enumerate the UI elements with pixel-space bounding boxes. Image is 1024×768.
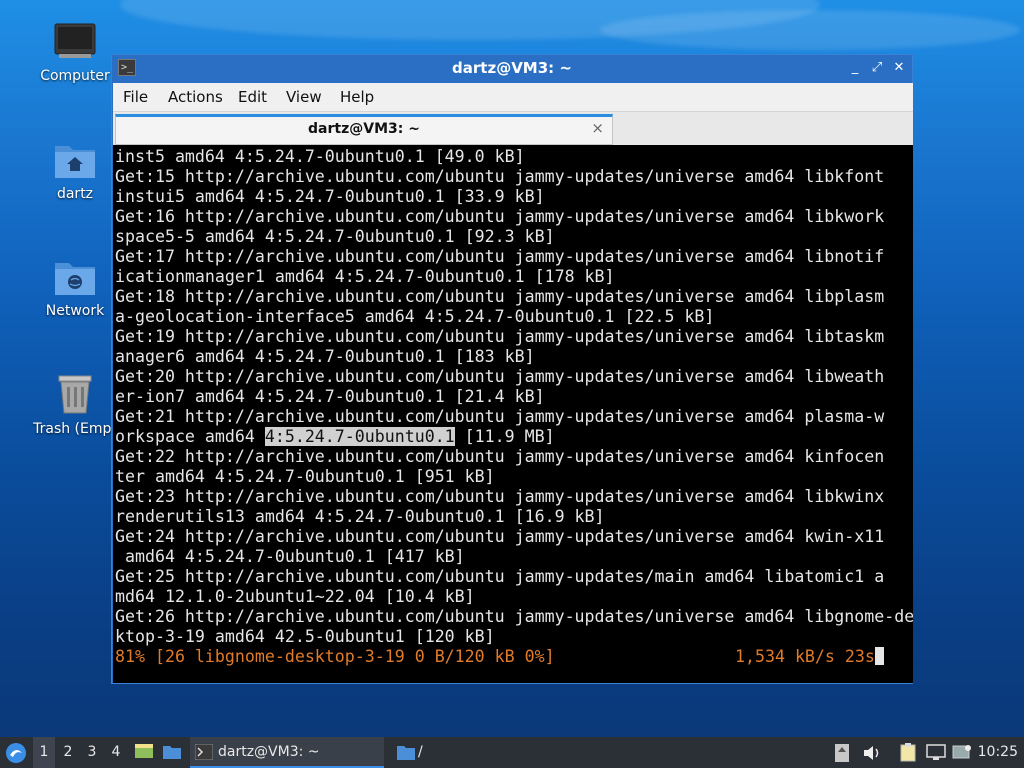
terminal-line: Get:23 http://archive.ubuntu.com/ubuntu … bbox=[115, 487, 885, 506]
menu-bar: File Actions Edit View Help bbox=[113, 83, 913, 111]
wallpaper-streak bbox=[600, 10, 1020, 50]
taskbar: 1 2 3 4 dartz@VM3: ~ / 10:25 bbox=[0, 737, 1024, 768]
terminal-line: inst5 amd64 4:5.24.7-0ubuntu0.1 [49.0 kB… bbox=[115, 147, 525, 166]
terminal-line: Get:21 http://archive.ubuntu.com/ubuntu … bbox=[115, 407, 885, 426]
terminal-line: icationmanager1 amd64 4:5.24.7-0ubuntu0.… bbox=[115, 267, 615, 286]
screen-icon bbox=[952, 745, 971, 759]
clock[interactable]: 10:25 bbox=[978, 737, 1018, 768]
terminal-line-selected: orkspace amd64 4:5.24.7-0ubuntu0.1 [11.9… bbox=[115, 427, 913, 447]
apt-progress-speed: 1,534 kB/s 23s bbox=[735, 647, 884, 667]
terminal-window: >_ dartz@VM3: ~ _ ⤢ ✕ File Actions Edit … bbox=[111, 54, 913, 684]
apt-progress-line: 81% [26 libgnome-desktop-3-19 0 B/120 kB… bbox=[115, 647, 913, 667]
desktop-icon-network[interactable]: Network bbox=[25, 257, 125, 319]
network-icon bbox=[926, 744, 946, 760]
speed-text: 1,534 kB/s 23s bbox=[735, 647, 875, 666]
tab-close-icon[interactable]: × bbox=[591, 119, 604, 137]
desktop-icon-home[interactable]: dartz bbox=[25, 140, 125, 202]
text-selection[interactable]: 4:5.24.7-0ubuntu0.1 bbox=[264, 427, 455, 446]
line-prefix: orkspace amd64 bbox=[115, 427, 265, 446]
trash-icon bbox=[58, 375, 92, 414]
network-tray[interactable] bbox=[926, 737, 948, 768]
terminal-line: Get:24 http://archive.ubuntu.com/ubuntu … bbox=[115, 527, 885, 546]
workspace-3[interactable]: 3 bbox=[81, 737, 103, 768]
window-titlebar[interactable]: >_ dartz@VM3: ~ _ ⤢ ✕ bbox=[112, 55, 912, 82]
show-desktop-button[interactable] bbox=[134, 737, 156, 768]
terminal-line: amd64 4:5.24.7-0ubuntu0.1 [417 kB] bbox=[115, 547, 465, 566]
folder-icon bbox=[397, 746, 415, 760]
close-button[interactable]: ✕ bbox=[890, 59, 908, 77]
start-menu-button[interactable] bbox=[4, 737, 30, 768]
terminal-line: space5-5 amd64 4:5.24.7-0ubuntu0.1 [92.3… bbox=[115, 227, 555, 246]
workspace-4[interactable]: 4 bbox=[105, 737, 127, 768]
volume-icon bbox=[864, 746, 879, 760]
lubuntu-logo-icon bbox=[6, 743, 26, 763]
maximize-button[interactable]: ⤢ bbox=[868, 59, 886, 77]
terminal-line: a-geolocation-interface5 amd64 4:5.24.7-… bbox=[115, 307, 715, 326]
volume-tray[interactable] bbox=[862, 737, 884, 768]
terminal-cursor bbox=[874, 647, 884, 665]
terminal-line: Get:16 http://archive.ubuntu.com/ubuntu … bbox=[115, 207, 885, 226]
computer-icon bbox=[54, 23, 96, 58]
desktop-icon-label: Computer bbox=[40, 68, 110, 84]
terminal-line: Get:26 http://archive.ubuntu.com/ubuntu … bbox=[115, 607, 913, 626]
file-manager-launcher[interactable] bbox=[162, 737, 184, 768]
desktop-icon-trash[interactable]: Trash (Empt bbox=[25, 373, 125, 437]
taskbar-folder-button[interactable]: / bbox=[394, 737, 434, 768]
tab-bar: dartz@VM3: ~ × bbox=[113, 111, 913, 145]
terminal-line: ktop-3-19 amd64 42.5-0ubuntu1 [120 kB] bbox=[115, 627, 495, 646]
terminal-line: ter amd64 4:5.24.7-0ubuntu0.1 [951 kB] bbox=[115, 467, 495, 486]
terminal-line: Get:22 http://archive.ubuntu.com/ubuntu … bbox=[115, 447, 885, 466]
desktop-icon-label: Network bbox=[45, 303, 105, 319]
terminal-line: anager6 amd64 4:5.24.7-0ubuntu0.1 [183 k… bbox=[115, 347, 535, 366]
menu-edit[interactable]: Edit bbox=[238, 88, 267, 106]
desktop-icon-computer[interactable]: Computer bbox=[25, 22, 125, 84]
terminal-icon bbox=[195, 744, 213, 760]
clipboard-tray[interactable] bbox=[898, 737, 920, 768]
terminal-line: Get:20 http://archive.ubuntu.com/ubuntu … bbox=[115, 367, 885, 386]
tab-label: dartz@VM3: ~ bbox=[308, 121, 420, 137]
menu-file[interactable]: File bbox=[123, 88, 148, 106]
workspace-1[interactable]: 1 bbox=[33, 737, 55, 768]
terminal-line: er-ion7 amd64 4:5.24.7-0ubuntu0.1 [21.4 … bbox=[115, 387, 545, 406]
menu-actions[interactable]: Actions bbox=[168, 88, 223, 106]
terminal-line: md64 12.1.0-2ubuntu1~22.04 [10.4 kB] bbox=[115, 587, 475, 606]
desktop-icon-label: Trash (Empt bbox=[33, 421, 117, 437]
tab-terminal[interactable]: dartz@VM3: ~ × bbox=[115, 114, 613, 145]
menu-help[interactable]: Help bbox=[340, 88, 374, 106]
update-notifier-icon bbox=[835, 744, 849, 762]
folder-icon bbox=[163, 746, 181, 759]
terminal-line: Get:19 http://archive.ubuntu.com/ubuntu … bbox=[115, 327, 885, 346]
terminal-line: Get:17 http://archive.ubuntu.com/ubuntu … bbox=[115, 247, 885, 266]
home-folder-icon bbox=[55, 146, 95, 178]
terminal-line: Get:18 http://archive.ubuntu.com/ubuntu … bbox=[115, 287, 885, 306]
desktop-icon-label: dartz bbox=[56, 186, 94, 202]
minimize-button[interactable]: _ bbox=[846, 59, 864, 77]
taskbar-terminal-button[interactable]: dartz@VM3: ~ bbox=[190, 737, 384, 768]
folder-task-label: / bbox=[418, 744, 423, 760]
window-title: dartz@VM3: ~ bbox=[452, 59, 572, 77]
clipboard-icon bbox=[900, 743, 916, 762]
terminal-line: renderutils13 amd64 4:5.24.7-0ubuntu0.1 … bbox=[115, 507, 605, 526]
terminal-output[interactable]: inst5 amd64 4:5.24.7-0ubuntu0.1 [49.0 kB… bbox=[113, 145, 913, 683]
notifications-tray[interactable] bbox=[952, 737, 974, 768]
terminal-line: Get:25 http://archive.ubuntu.com/ubuntu … bbox=[115, 567, 885, 586]
network-folder-icon bbox=[55, 263, 95, 295]
terminal-line: Get:15 http://archive.ubuntu.com/ubuntu … bbox=[115, 167, 885, 186]
workspace-2[interactable]: 2 bbox=[57, 737, 79, 768]
terminal-line: instui5 amd64 4:5.24.7-0ubuntu0.1 [33.9 … bbox=[115, 187, 545, 206]
line-suffix: [11.9 MB] bbox=[454, 427, 555, 446]
desktop-icon bbox=[135, 744, 153, 758]
updates-tray[interactable] bbox=[835, 737, 853, 768]
menu-view[interactable]: View bbox=[286, 88, 322, 106]
apt-progress-status: 81% [26 libgnome-desktop-3-19 0 B/120 kB… bbox=[115, 647, 555, 666]
task-label: dartz@VM3: ~ bbox=[218, 744, 320, 760]
